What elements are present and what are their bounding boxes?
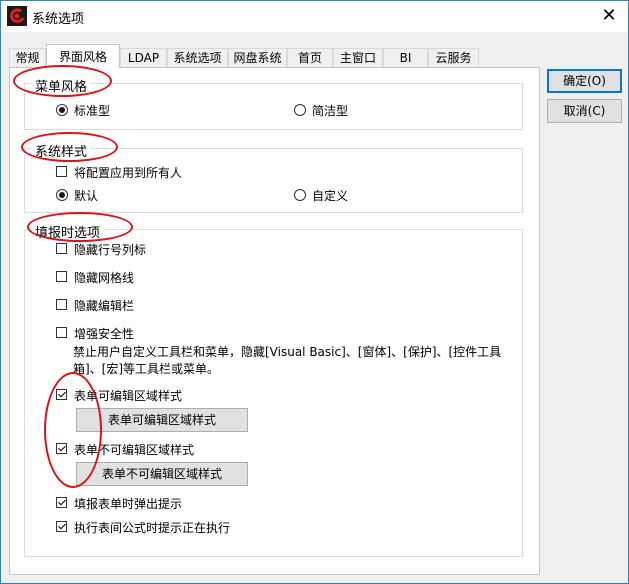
tab-general[interactable]: 常规	[9, 48, 46, 67]
apply-all-label: 将配置应用到所有人	[74, 166, 183, 180]
ok-button[interactable]: 确定(O)	[547, 69, 622, 93]
annotation-ellipse-menu-style	[13, 65, 112, 97]
hide-edit-bar-checkbox[interactable]	[56, 299, 67, 310]
radio-default[interactable]	[56, 189, 68, 201]
hide-edit-bar-label: 隐藏编辑栏	[74, 299, 135, 313]
cancel-button[interactable]: 取消(C)	[547, 99, 622, 123]
radio-custom[interactable]	[294, 189, 306, 201]
apply-all-checkbox[interactable]	[56, 166, 67, 177]
hide-row-col-label: 隐藏行号列标	[74, 243, 147, 257]
popup-tip-checkbox[interactable]	[56, 497, 67, 508]
radio-standard[interactable]	[56, 104, 68, 116]
tab-home[interactable]: 首页	[287, 48, 333, 67]
window-title: 系统选项	[32, 12, 85, 27]
tab-system-options[interactable]: 系统选项	[167, 48, 228, 67]
radio-standard-label: 标准型	[74, 104, 111, 118]
security-label: 增强安全性	[74, 327, 135, 341]
formula-tip-label: 执行表间公式时提示正在执行	[74, 521, 231, 535]
hide-grid-label: 隐藏网格线	[74, 271, 135, 285]
hide-grid-checkbox[interactable]	[56, 271, 67, 282]
formula-tip-checkbox[interactable]	[56, 521, 67, 532]
popup-tip-label: 填报表单时弹出提示	[74, 497, 183, 511]
security-checkbox[interactable]	[56, 327, 67, 338]
app-logo-icon	[7, 6, 27, 26]
annotation-ellipse-system-style	[21, 132, 118, 162]
tab-main-window[interactable]: 主窗口	[333, 48, 383, 67]
title-bar: 系统选项 ✕	[1, 1, 628, 32]
radio-simple-label: 简洁型	[312, 104, 349, 118]
radio-simple[interactable]	[294, 104, 306, 116]
close-icon: ✕	[601, 5, 617, 26]
annotation-ellipse-style-checkboxes	[44, 372, 102, 488]
tab-ldap[interactable]: LDAP	[120, 48, 167, 67]
tab-bi[interactable]: BI	[383, 48, 428, 67]
noneditable-style-button[interactable]: 表单不可编辑区域样式	[76, 462, 248, 486]
radio-custom-label: 自定义	[312, 189, 349, 203]
hide-row-col-checkbox[interactable]	[56, 243, 67, 254]
close-button[interactable]: ✕	[596, 5, 622, 29]
security-description: 禁止用户自定义工具栏和菜单，隐藏[Visual Basic]、[窗体]、[保护]…	[73, 345, 502, 376]
radio-default-label: 默认	[74, 189, 99, 203]
annotation-ellipse-fill-options	[27, 212, 133, 242]
options-dialog: 系统选项 ✕ 常规 界面风格 LDAP 系统选项 网盘系统 首页 主窗口 BI …	[0, 0, 629, 584]
tab-cloud-service[interactable]: 云服务	[428, 48, 479, 67]
tab-netdisk-system[interactable]: 网盘系统	[228, 48, 287, 67]
